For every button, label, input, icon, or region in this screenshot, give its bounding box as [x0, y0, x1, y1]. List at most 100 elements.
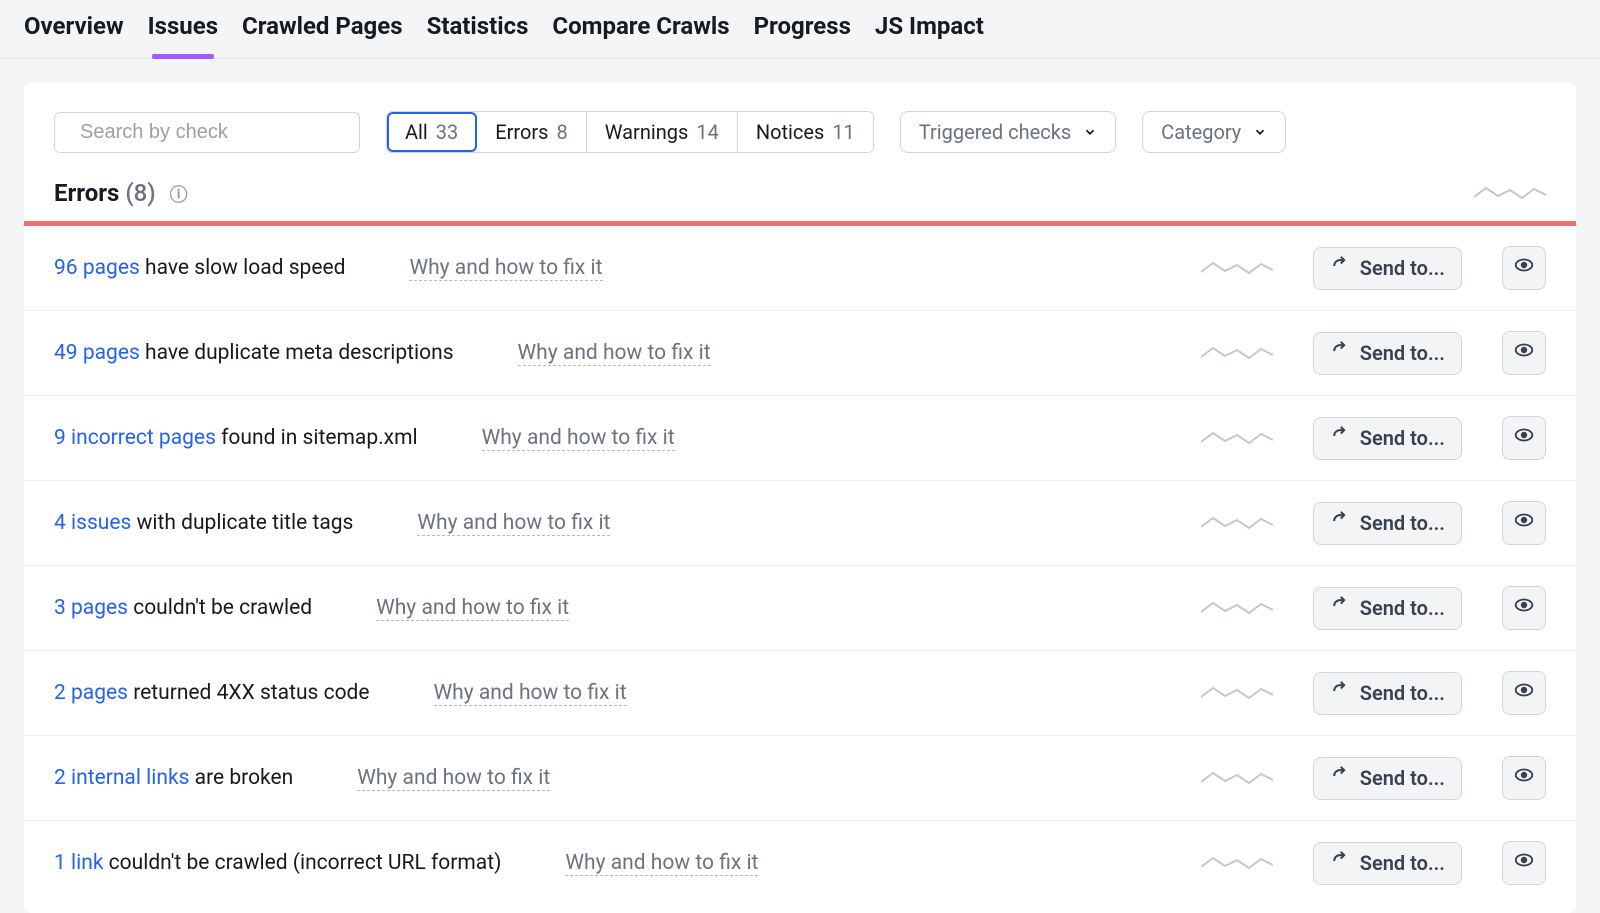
view-button[interactable]	[1502, 501, 1546, 545]
view-button[interactable]	[1502, 671, 1546, 715]
triggered-checks-label: Triggered checks	[919, 120, 1071, 144]
share-arrow-icon	[1330, 851, 1350, 876]
send-to-label: Send to...	[1360, 341, 1445, 365]
filters-bar: All33 Errors 8 Warnings14Notices11 Triggere…	[24, 83, 1576, 171]
send-to-button[interactable]: Send to...	[1313, 332, 1462, 375]
share-arrow-icon	[1330, 341, 1350, 366]
send-to-button[interactable]: Send to...	[1313, 247, 1462, 290]
view-button[interactable]	[1502, 586, 1546, 630]
eye-icon	[1513, 679, 1535, 707]
send-to-button[interactable]: Send to...	[1313, 587, 1462, 630]
filter-seg-count: 14	[696, 120, 718, 144]
share-arrow-icon	[1330, 256, 1350, 281]
filter-seg-warnings[interactable]: Warnings14	[587, 112, 738, 152]
sparkline	[1201, 513, 1273, 533]
why-how-fix-link[interactable]: Why and how to fix it	[482, 426, 675, 451]
sparkline	[1201, 343, 1273, 363]
nav-tab-compare-crawls[interactable]: Compare Crawls	[552, 12, 729, 58]
filter-seg-notices[interactable]: Notices11	[738, 112, 873, 152]
issue-count-link[interactable]: 2 pages	[54, 681, 128, 705]
issue-row: 1 link couldn't be crawled (incorrect UR…	[24, 821, 1576, 905]
view-button[interactable]	[1502, 331, 1546, 375]
issue-row: 4 issues with duplicate title tagsWhy an…	[24, 481, 1576, 566]
nav-tab-js-impact[interactable]: JS Impact	[875, 12, 984, 58]
why-how-fix-link[interactable]: Why and how to fix it	[417, 511, 610, 536]
send-to-button[interactable]: Send to...	[1313, 672, 1462, 715]
why-how-fix-link[interactable]: Why and how to fix it	[357, 766, 550, 791]
nav-tab-progress[interactable]: Progress	[754, 12, 851, 58]
send-to-label: Send to...	[1360, 766, 1445, 790]
view-button[interactable]	[1502, 246, 1546, 290]
issue-count-link[interactable]: 3 pages	[54, 596, 128, 620]
sparkline	[1201, 683, 1273, 703]
category-label: Category	[1161, 120, 1241, 144]
issues-list: 96 pages have slow load speedWhy and how…	[24, 226, 1576, 905]
issue-count-link[interactable]: 96 pages	[54, 256, 140, 280]
nav-tab-issues[interactable]: Issues	[148, 12, 218, 58]
issue-row: 2 pages returned 4XX status code Why and …	[24, 651, 1576, 736]
issue-description: found in sitemap.xml	[216, 426, 418, 450]
nav-tab-overview[interactable]: Overview	[24, 12, 124, 58]
send-to-label: Send to...	[1360, 256, 1445, 280]
filter-seg-count: 11	[832, 120, 854, 144]
issue-text: 9 incorrect pages found in sitemap.xml	[54, 426, 418, 450]
info-icon[interactable]: ⓘ	[170, 185, 188, 206]
search-input[interactable]	[80, 121, 345, 144]
issue-description: couldn't be crawled (incorrect URL forma…	[103, 851, 501, 875]
eye-icon	[1513, 764, 1535, 792]
why-how-fix-link[interactable]: Why and how to fix it	[409, 256, 602, 281]
section-title-text: Errors	[54, 179, 119, 207]
issue-description: returned 4XX status code	[128, 681, 370, 705]
sparkline	[1201, 768, 1273, 788]
filter-segments: All33 Errors 8 Warnings14Notices11	[386, 111, 874, 153]
send-to-label: Send to...	[1360, 596, 1445, 620]
filter-seg-label: Errors	[495, 120, 548, 144]
filter-seg-all[interactable]: All33	[387, 112, 477, 152]
send-to-button[interactable]: Send to...	[1313, 757, 1462, 800]
issue-text: 2 internal links are broken	[54, 766, 293, 790]
issue-row: 3 pages couldn't be crawled Why and how t…	[24, 566, 1576, 651]
section-title: Errors (8) ⓘ	[54, 179, 188, 207]
view-button[interactable]	[1502, 416, 1546, 460]
send-to-label: Send to...	[1360, 511, 1445, 535]
issue-count-link[interactable]: 1 link	[54, 851, 103, 875]
why-how-fix-link[interactable]: Why and how to fix it	[518, 341, 711, 366]
filter-seg-count: 8	[557, 120, 568, 144]
section-header: Errors (8) ⓘ	[24, 171, 1576, 221]
view-button[interactable]	[1502, 841, 1546, 885]
issue-description: couldn't be crawled	[128, 596, 312, 620]
nav-tab-statistics[interactable]: Statistics	[427, 12, 529, 58]
view-button[interactable]	[1502, 756, 1546, 800]
main-nav-tabs: Overview Issues Crawled Pages Statistics Com…	[0, 0, 1600, 59]
issue-count-link[interactable]: 9 incorrect pages	[54, 426, 216, 450]
share-arrow-icon	[1330, 681, 1350, 706]
chevron-down-icon	[1083, 125, 1097, 139]
sparkline	[1201, 428, 1273, 448]
issue-row: 9 incorrect pages found in sitemap.xml Wh…	[24, 396, 1576, 481]
issue-count-link[interactable]: 49 pages	[54, 341, 140, 365]
send-to-button[interactable]: Send to...	[1313, 842, 1462, 885]
nav-tab-crawled-pages[interactable]: Crawled Pages	[242, 12, 403, 58]
send-to-label: Send to...	[1360, 851, 1445, 875]
issue-text: 1 link couldn't be crawled (incorrect UR…	[54, 851, 501, 875]
search-icon	[69, 122, 70, 142]
sparkline	[1201, 258, 1273, 278]
send-to-label: Send to...	[1360, 681, 1445, 705]
search-input-wrap[interactable]	[54, 112, 360, 153]
category-dropdown[interactable]: Category	[1142, 111, 1286, 153]
why-how-fix-link[interactable]: Why and how to fix it	[565, 851, 758, 876]
issue-count-link[interactable]: 4 issues	[54, 511, 131, 535]
why-how-fix-link[interactable]: Why and how to fix it	[376, 596, 569, 621]
triggered-checks-dropdown[interactable]: Triggered checks	[900, 111, 1116, 153]
eye-icon	[1513, 339, 1535, 367]
why-how-fix-link[interactable]: Why and how to fix it	[434, 681, 627, 706]
issue-description: have duplicate meta descriptions	[140, 341, 454, 365]
issues-panel: All33 Errors 8 Warnings14Notices11 Triggere…	[24, 83, 1576, 913]
issue-count-link[interactable]: 2 internal links	[54, 766, 189, 790]
filter-seg-label: All	[405, 120, 428, 144]
issue-description: are broken	[189, 766, 293, 790]
send-to-button[interactable]: Send to...	[1313, 502, 1462, 545]
filter-seg-errors[interactable]: Errors 8	[477, 112, 586, 152]
send-to-button[interactable]: Send to...	[1313, 417, 1462, 460]
issue-row: 2 internal links are broken Why and how t…	[24, 736, 1576, 821]
